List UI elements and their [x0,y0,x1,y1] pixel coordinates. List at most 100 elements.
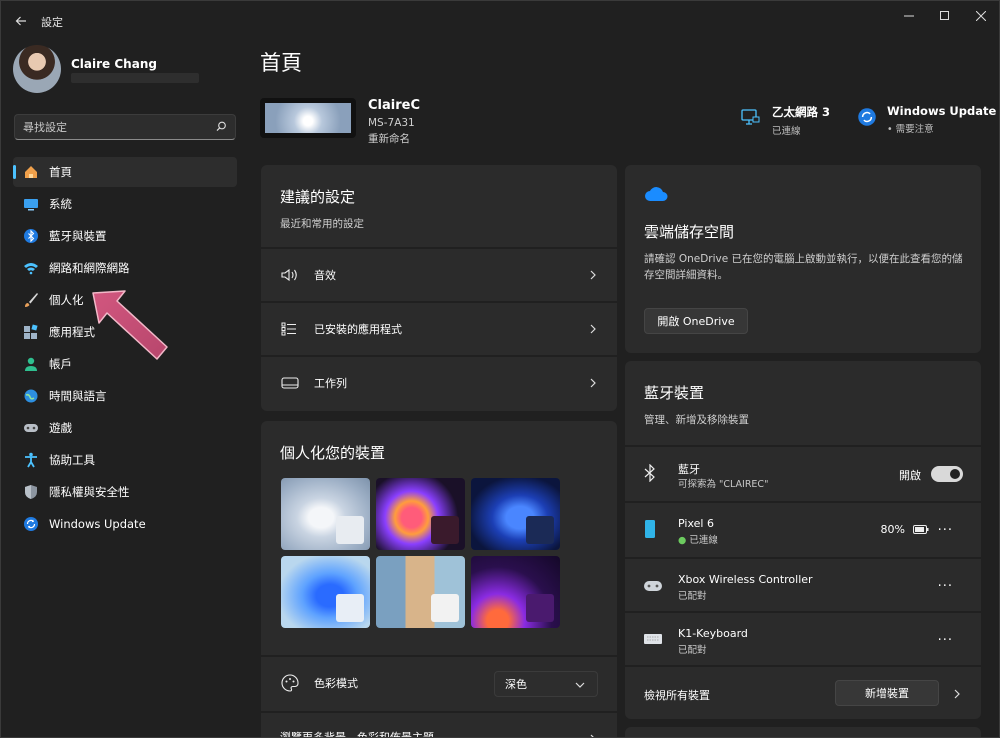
device-name: ClaireC [368,98,420,113]
user-profile[interactable]: Claire Chang [13,45,243,95]
personalize-title: 個人化您的裝置 [280,444,386,462]
bluetooth-toggle-row: 藍牙 可探索為 "CLAIREC" 開啟 [625,445,981,499]
sidebar-item-system[interactable]: 系統 [13,189,237,219]
recommended-settings-card: 建議的設定 最近和常用的設定 音效 已安裝的應用程式 工作列 [261,165,617,411]
more-options-icon[interactable]: ··· [938,579,953,594]
close-button[interactable] [963,5,999,27]
bluetooth-icon [23,228,39,244]
sidebar-item-gaming[interactable]: 遊戲 [13,413,237,443]
gamepad-icon [644,581,662,591]
device-model: MS-7A31 [368,117,415,129]
theme-thumbnail-blue-bloom[interactable] [281,556,370,628]
sidebar-item-windows-update[interactable]: Windows Update [13,509,237,539]
bluetooth-discoverable: 可探索為 "CLAIREC" [678,479,769,490]
update-icon [23,516,39,532]
update-title: Windows Update [887,104,997,118]
sidebar-item-label: 時間與語言 [49,389,107,403]
bluetooth-toggle-label: 開啟 [899,469,921,482]
chevron-right-icon[interactable] [953,689,961,699]
recommended-title: 建議的設定 [280,188,356,206]
ethernet-sub: 已連線 [772,126,801,137]
row-label: 音效 [314,269,336,282]
device-row-k1-keyboard[interactable]: K1-Keyboard 已配對 ··· [625,611,981,665]
view-all-devices-link[interactable]: 檢視所有裝置 [644,687,710,703]
minimize-icon [904,15,914,17]
sidebar-item-label: 首頁 [49,165,72,179]
more-options-icon[interactable]: ··· [938,523,953,538]
add-device-button[interactable]: 新增裝置 [835,680,939,706]
accessibility-icon [23,452,39,468]
brush-icon [23,292,39,308]
ethernet-status[interactable]: 乙太網路 3 已連線 [740,104,830,137]
sidebar-item-bluetooth[interactable]: 藍牙與裝置 [13,221,237,251]
ethernet-monitor-icon [741,109,760,125]
theme-thumbnail-light-bloom[interactable] [281,478,370,550]
windows-update-status[interactable]: Windows Update • 需要注意 [857,104,996,135]
sidebar-item-accessibility[interactable]: 協助工具 [13,445,237,475]
browse-themes-row[interactable]: 瀏覽更多背景、色彩和佈景主題 [261,711,617,738]
recommended-row-installed-apps[interactable]: 已安裝的應用程式 [261,301,617,355]
sidebar-item-label: Windows Update [49,517,146,531]
device-status: ● 已連線 [678,535,718,546]
apps-icon [23,324,39,340]
chevron-right-icon [590,378,596,388]
palette-icon [281,674,299,692]
bluetooth-sub: 管理、新增及移除裝置 [644,414,749,426]
bluetooth-devices-card: 藍牙裝置 管理、新增及移除裝置 藍牙 可探索為 "CLAIREC" 開啟 Pix… [625,361,981,719]
sidebar-item-home[interactable]: 首頁 [13,157,237,187]
wifi-icon [23,260,39,276]
globe-clock-icon [23,388,39,404]
sidebar-item-privacy[interactable]: 隱私權與安全性 [13,477,237,507]
color-mode-row: 色彩模式 深色 [261,655,617,709]
color-mode-value: 深色 [505,678,527,691]
chevron-right-icon [590,270,596,280]
back-button[interactable] [9,9,33,33]
sidebar-item-network[interactable]: 網路和網際網路 [13,253,237,283]
profile-email-redacted [71,73,199,83]
rename-link[interactable]: 重新命名 [368,131,410,146]
device-battery: 80% [880,523,905,536]
annotation-arrow-icon [92,290,168,360]
color-mode-select[interactable]: 深色 [494,671,598,697]
theme-thumbnail-dark-bloom[interactable] [471,478,560,550]
bluetooth-title: 藍牙裝置 [644,384,705,402]
minimize-button[interactable] [891,5,927,27]
cloud-title: 雲端儲存空間 [644,223,735,241]
bluetooth-icon [644,464,655,482]
search-box[interactable] [14,114,236,140]
row-label: 工作列 [314,377,347,390]
recommended-row-sound[interactable]: 音效 [261,247,617,301]
open-onedrive-button[interactable]: 開啟 OneDrive [644,308,748,334]
more-options-icon[interactable]: ··· [938,633,953,648]
sidebar-item-label: 系統 [49,197,72,211]
bluetooth-label: 藍牙 [678,463,700,476]
title-bar: 設定 [1,1,999,41]
theme-thumbnail-spotlight[interactable] [376,556,465,628]
page-title: 首頁 [260,51,302,75]
avatar [13,45,61,93]
update-icon [858,108,876,126]
bluetooth-toggle[interactable] [931,466,963,482]
device-status-text: 已連線 [689,535,718,546]
monitor-icon [23,196,39,212]
taskbar-icon [281,377,299,389]
theme-thumbnail-glow[interactable] [376,478,465,550]
sidebar-item-label: 隱私權與安全性 [49,485,130,499]
device-status: 已配對 [678,645,707,656]
maximize-button[interactable] [927,5,963,27]
device-row-xbox-controller[interactable]: Xbox Wireless Controller 已配對 ··· [625,557,981,611]
profile-name: Claire Chang [71,57,157,71]
keyboard-icon [644,634,662,644]
recommended-row-taskbar[interactable]: 工作列 [261,355,617,409]
browse-themes-label: 瀏覽更多背景、色彩和佈景主題 [280,731,434,738]
sidebar-item-time-language[interactable]: 時間與語言 [13,381,237,411]
theme-thumbnail-flow[interactable] [471,556,560,628]
device-row-pixel6[interactable]: Pixel 6 ● 已連線 80% ··· [625,501,981,555]
speaker-icon [281,268,297,282]
apps-list-icon [281,322,296,336]
search-input[interactable] [23,119,203,135]
battery-icon [913,525,929,534]
search-icon [216,121,227,135]
chevron-right-icon [590,324,596,334]
sidebar-item-label: 協助工具 [49,453,95,467]
